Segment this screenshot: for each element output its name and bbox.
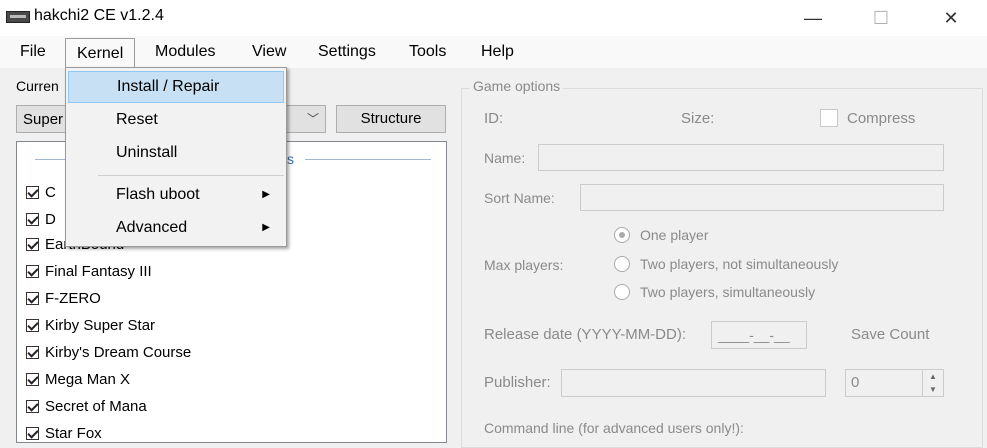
- spinner-down-icon[interactable]: ▼: [922, 383, 943, 396]
- group-label: s: [287, 151, 294, 167]
- checkbox[interactable]: [26, 238, 39, 251]
- save-count-label: Save Count: [851, 326, 930, 343]
- menu-item-label: Install / Repair: [117, 78, 220, 95]
- menu-item-label: Flash uboot: [116, 186, 200, 203]
- list-item[interactable]: Final Fantasy III: [26, 258, 152, 285]
- preset-combo-value: Super: [23, 111, 64, 128]
- radio-two-players-alt[interactable]: [614, 256, 630, 272]
- game-name: Final Fantasy III: [45, 263, 152, 280]
- structure-button[interactable]: Structure: [336, 105, 446, 133]
- checkbox[interactable]: [26, 400, 39, 413]
- checkbox[interactable]: [26, 292, 39, 305]
- release-date-field[interactable]: ____-__-__: [711, 321, 807, 349]
- list-item[interactable]: C: [26, 179, 56, 206]
- menu-item-label: Uninstall: [116, 144, 178, 161]
- menu-item-advanced[interactable]: Advanced ▶: [68, 212, 284, 244]
- name-label: Name:: [484, 150, 526, 166]
- menu-file[interactable]: File: [13, 36, 53, 68]
- app-icon: [6, 11, 30, 23]
- two-players-sim-label: Two players, simultaneously: [640, 284, 816, 300]
- radio-two-players-sim[interactable]: [614, 284, 630, 300]
- list-item[interactable]: Kirby Super Star: [26, 312, 155, 339]
- command-line-label: Command line (for advanced users only!):: [484, 420, 744, 436]
- compress-checkbox[interactable]: [820, 109, 838, 127]
- list-item[interactable]: Star Fox: [26, 420, 102, 442]
- game-name: Kirby Super Star: [45, 317, 156, 334]
- checkbox[interactable]: [26, 427, 39, 440]
- checkbox[interactable]: [26, 346, 39, 359]
- menu-help[interactable]: Help: [474, 36, 521, 68]
- current-preset-label: Curren: [16, 78, 59, 94]
- spinner-up-icon[interactable]: ▲: [922, 370, 943, 383]
- menu-item-label: Reset: [116, 111, 158, 128]
- menu-view[interactable]: View: [245, 36, 293, 68]
- game-name: D: [45, 211, 56, 228]
- menu-settings[interactable]: Settings: [311, 36, 383, 68]
- menu-item-reset[interactable]: Reset: [68, 104, 284, 136]
- list-item[interactable]: F-ZERO: [26, 285, 101, 312]
- one-player-label: One player: [640, 227, 709, 243]
- checkbox[interactable]: [26, 373, 39, 386]
- name-field[interactable]: [538, 144, 944, 171]
- menu-item-uninstall[interactable]: Uninstall: [68, 137, 284, 169]
- game-name: Star Fox: [45, 425, 102, 442]
- chevron-down-icon: ﹀: [306, 112, 319, 126]
- list-item[interactable]: Mega Man X: [26, 366, 130, 393]
- close-button[interactable]: ✕: [928, 0, 974, 36]
- menu-separator: [98, 175, 284, 176]
- menu-item-install-repair[interactable]: Install / Repair: [68, 71, 284, 103]
- kernel-dropdown-menu: Install / Repair Reset Uninstall Flash u…: [65, 67, 287, 247]
- submenu-arrow-icon: ▶: [262, 222, 270, 233]
- game-name: F-ZERO: [45, 290, 101, 307]
- submenu-arrow-icon: ▶: [262, 189, 270, 200]
- menu-item-label: Advanced: [116, 219, 188, 236]
- menu-item-flash-uboot[interactable]: Flash uboot ▶: [68, 179, 284, 211]
- list-item[interactable]: Secret of Mana: [26, 393, 147, 420]
- game-name: Secret of Mana: [45, 398, 147, 415]
- save-count-value: 0: [851, 374, 860, 391]
- minimize-button[interactable]: —: [790, 0, 836, 36]
- size-label: Size:: [681, 110, 715, 127]
- list-item[interactable]: D: [26, 206, 56, 233]
- sort-name-field[interactable]: [580, 184, 944, 211]
- menu-tools[interactable]: Tools: [402, 36, 453, 68]
- checkbox[interactable]: [26, 265, 39, 278]
- game-name: Kirby's Dream Course: [45, 344, 192, 361]
- two-players-alt-label: Two players, not simultaneously: [640, 256, 839, 272]
- save-count-spinner[interactable]: 0 ▲ ▼: [845, 369, 944, 397]
- compress-label: Compress: [847, 110, 916, 127]
- menu-modules[interactable]: Modules: [148, 36, 222, 68]
- publisher-label: Publisher:: [484, 374, 551, 391]
- window-title: hakchi2 CE v1.2.4: [34, 7, 164, 24]
- radio-one-player[interactable]: [614, 227, 630, 243]
- maximize-button[interactable]: ☐: [858, 0, 904, 36]
- menu-kernel[interactable]: Kernel: [65, 38, 136, 68]
- game-options-title: Game options: [470, 78, 564, 94]
- game-name: Mega Man X: [45, 371, 131, 388]
- checkbox[interactable]: [26, 319, 39, 332]
- release-date-label: Release date (YYYY-MM-DD):: [484, 326, 687, 343]
- sort-name-label: Sort Name:: [484, 190, 555, 206]
- checkbox[interactable]: [26, 186, 39, 199]
- game-name: C: [45, 184, 56, 201]
- id-label: ID:: [484, 110, 504, 127]
- publisher-field[interactable]: [561, 369, 826, 397]
- max-players-label: Max players:: [484, 257, 564, 273]
- list-item[interactable]: Kirby's Dream Course: [26, 339, 191, 366]
- checkbox[interactable]: [26, 213, 39, 226]
- group-divider: [305, 159, 431, 160]
